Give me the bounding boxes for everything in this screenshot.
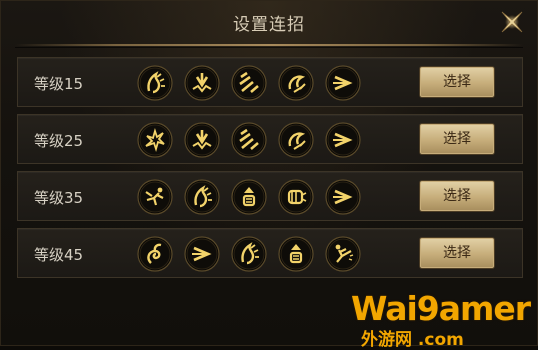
- rising-fist-icon[interactable]: [278, 236, 314, 272]
- level-label: 等级35: [34, 189, 84, 207]
- site-watermark: Wai9amer 外游网 .com: [347, 289, 537, 350]
- kick-figure-icon[interactable]: [325, 236, 361, 272]
- burst-down-icon[interactable]: [184, 122, 220, 158]
- flame-spiral-icon[interactable]: [137, 65, 173, 101]
- flame-spiral-icon[interactable]: [231, 236, 267, 272]
- select-button[interactable]: 选择: [420, 238, 494, 268]
- triple-slash-icon[interactable]: [231, 122, 267, 158]
- combo-row-level-35: 等级35 选择: [17, 171, 523, 221]
- dash-arrow-icon[interactable]: [325, 179, 361, 215]
- title-divider-shadow: [15, 47, 523, 48]
- watermark-sub-text: 外游网 .com: [361, 330, 464, 350]
- select-button[interactable]: 选择: [420, 181, 494, 211]
- combo-row-level-15: 等级15 选择: [17, 57, 523, 107]
- swirl-strike-icon[interactable]: [278, 122, 314, 158]
- combo-row-level-25: 等级25 选择: [17, 114, 523, 164]
- rising-fist-icon[interactable]: [231, 179, 267, 215]
- combo-row-level-45: 等级45 选择: [17, 228, 523, 278]
- watermark-logo-text: Wai9amer: [351, 289, 531, 328]
- title-divider: [15, 44, 523, 46]
- crack-burst-icon[interactable]: [137, 122, 173, 158]
- combo-settings-dialog: 设置连招 等级15 选择 等级25 选择 等级35 选择 等级45 选择 Wai…: [0, 0, 538, 350]
- flame-spiral-icon[interactable]: [184, 179, 220, 215]
- select-button[interactable]: 选择: [420, 67, 494, 97]
- coil-spiral-icon[interactable]: [137, 236, 173, 272]
- close-icon[interactable]: [497, 7, 527, 37]
- level-label: 等级15: [34, 75, 84, 93]
- dash-arrow-icon[interactable]: [184, 236, 220, 272]
- dash-arrow-icon[interactable]: [325, 122, 361, 158]
- dialog-title: 设置连招: [233, 15, 305, 35]
- punch-fist-icon[interactable]: [278, 179, 314, 215]
- swirl-strike-icon[interactable]: [278, 65, 314, 101]
- lunge-figure-icon[interactable]: [137, 179, 173, 215]
- level-label: 等级45: [34, 246, 84, 264]
- select-button[interactable]: 选择: [420, 124, 494, 154]
- triple-slash-icon[interactable]: [231, 65, 267, 101]
- burst-down-icon[interactable]: [184, 65, 220, 101]
- dash-arrow-icon[interactable]: [325, 65, 361, 101]
- level-label: 等级25: [34, 132, 84, 150]
